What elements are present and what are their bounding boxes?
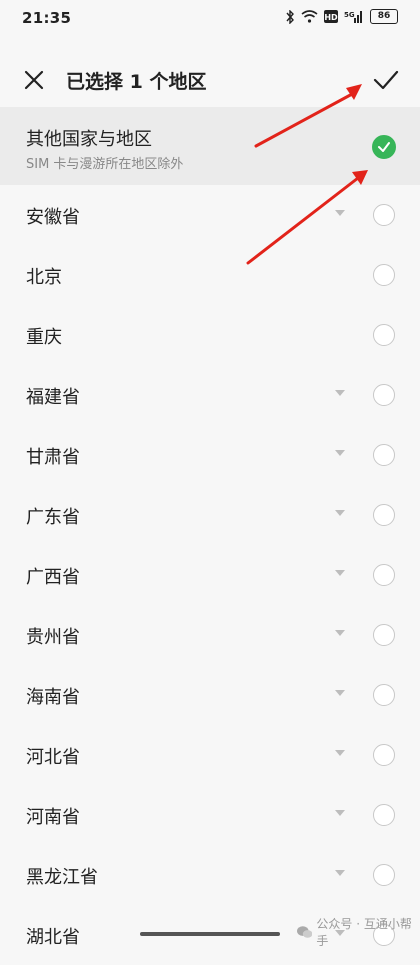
arrow-to-radio-icon-head xyxy=(352,170,368,185)
home-indicator[interactable] xyxy=(140,932,280,936)
wechat-icon xyxy=(297,926,313,938)
arrow-to-confirm-icon xyxy=(254,91,356,148)
annotation-arrows xyxy=(246,84,368,265)
arrow-to-radio-icon xyxy=(246,176,360,265)
